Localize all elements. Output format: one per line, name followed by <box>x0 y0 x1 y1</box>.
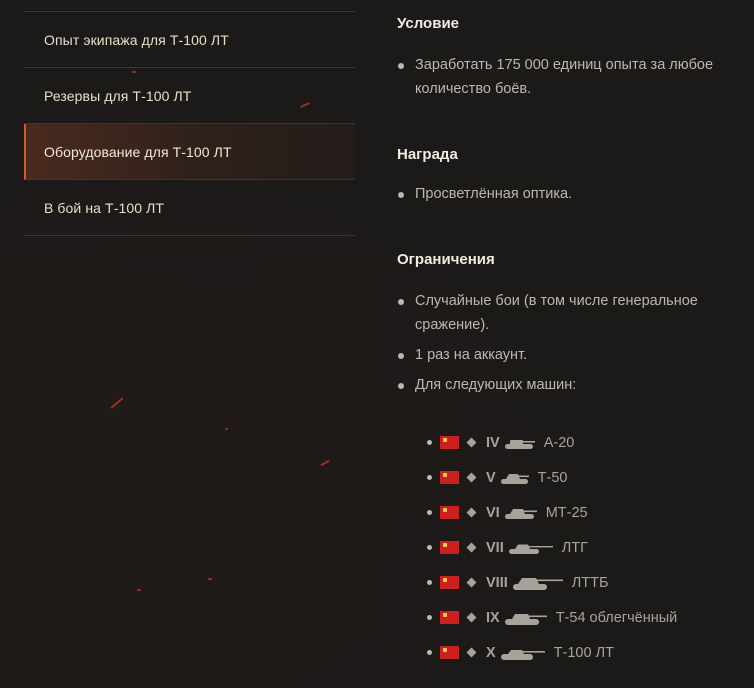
vehicle-tier: VIII <box>486 574 508 591</box>
light-tank-diamond-icon <box>466 437 477 448</box>
vehicle-tier: IV <box>486 434 500 451</box>
vehicle-tier: V <box>486 469 496 486</box>
vehicle-tier: VII <box>486 539 504 556</box>
menu-item-crew-xp[interactable]: Опыт экипажа для Т-100 ЛТ <box>24 12 355 68</box>
vehicle-tier: VI <box>486 504 500 521</box>
ember-decoration <box>225 428 228 430</box>
light-tank-diamond-icon <box>466 647 477 658</box>
vehicle-name: МТ-25 <box>545 504 588 521</box>
light-tank-diamond-icon <box>466 542 477 553</box>
vehicle-tier: X <box>486 644 496 661</box>
vehicle-name: Т-54 облегчённый <box>555 609 678 626</box>
ussr-flag-icon <box>440 646 459 659</box>
vehicle-item: V Т-50 <box>418 460 748 495</box>
ussr-flag-icon <box>440 436 459 449</box>
restriction-item: Случайные бои (в том числе генеральное с… <box>397 289 737 337</box>
ussr-flag-icon <box>440 611 459 624</box>
ussr-flag-icon <box>440 506 459 519</box>
ussr-flag-icon <box>440 541 459 554</box>
vehicle-name: А-20 <box>543 434 575 451</box>
reward-item: Просветлённая оптика. <box>397 182 737 206</box>
vehicle-name: Т-100 ЛТ <box>553 644 614 661</box>
light-tank-diamond-icon <box>466 577 477 588</box>
reward-heading: Награда <box>397 146 458 163</box>
light-tank-diamond-icon <box>466 472 477 483</box>
menu-item-equipment[interactable]: Оборудование для Т-100 ЛТ <box>24 124 355 180</box>
tank-silhouette-icon <box>504 610 548 626</box>
menu-item-label: В бой на Т-100 ЛТ <box>44 199 165 216</box>
vehicle-tier: IX <box>486 609 500 626</box>
tank-silhouette-icon <box>500 645 546 661</box>
vehicle-item: IV А-20 <box>418 425 748 460</box>
ussr-flag-icon <box>440 576 459 589</box>
condition-item: Заработать 175 000 единиц опыта за любое… <box>397 53 737 101</box>
light-tank-diamond-icon <box>466 507 477 518</box>
light-tank-diamond-icon <box>466 612 477 623</box>
vehicle-name: ЛТГ <box>561 539 588 556</box>
tank-silhouette-icon <box>508 541 554 555</box>
reward-list: Просветлённая оптика. <box>397 182 737 212</box>
vehicle-item: VIII ЛТТБ <box>418 565 748 600</box>
condition-heading: Условие <box>397 15 460 32</box>
menu-item-label: Оборудование для Т-100 ЛТ <box>44 143 232 160</box>
restrictions-heading: Ограничения <box>397 251 495 268</box>
menu-item-to-battle[interactable]: В бой на Т-100 ЛТ <box>24 180 355 236</box>
vehicle-name: Т-50 <box>537 469 568 486</box>
restriction-item: Для следующих машин: <box>397 373 737 397</box>
mission-menu: Опыт экипажа для Т-100 ЛТ Резервы для Т-… <box>24 11 355 236</box>
vehicle-list: IV А-20 V Т-50 VI МТ-25 VII ЛТГ VIII ЛТТ… <box>418 425 748 670</box>
vehicle-item: IX Т-54 облегчённый <box>418 600 748 635</box>
menu-item-reserves[interactable]: Резервы для Т-100 ЛТ <box>24 68 355 124</box>
menu-item-label: Опыт экипажа для Т-100 ЛТ <box>44 31 229 48</box>
vehicle-item: VII ЛТГ <box>418 530 748 565</box>
ember-decoration <box>208 578 212 580</box>
ember-decoration <box>137 589 141 591</box>
condition-list: Заработать 175 000 единиц опыта за любое… <box>397 53 737 107</box>
tank-silhouette-icon <box>512 575 564 591</box>
vehicle-name: ЛТТБ <box>571 574 609 591</box>
restrictions-list: Случайные бои (в том числе генеральное с… <box>397 289 737 403</box>
restriction-item: 1 раз на аккаунт. <box>397 343 737 367</box>
tank-silhouette-icon <box>504 506 538 520</box>
tank-silhouette-icon <box>504 436 536 450</box>
tank-silhouette-icon <box>500 471 530 485</box>
vehicle-item: VI МТ-25 <box>418 495 748 530</box>
vehicle-item: X Т-100 ЛТ <box>418 635 748 670</box>
ussr-flag-icon <box>440 471 459 484</box>
menu-item-label: Резервы для Т-100 ЛТ <box>44 87 192 104</box>
